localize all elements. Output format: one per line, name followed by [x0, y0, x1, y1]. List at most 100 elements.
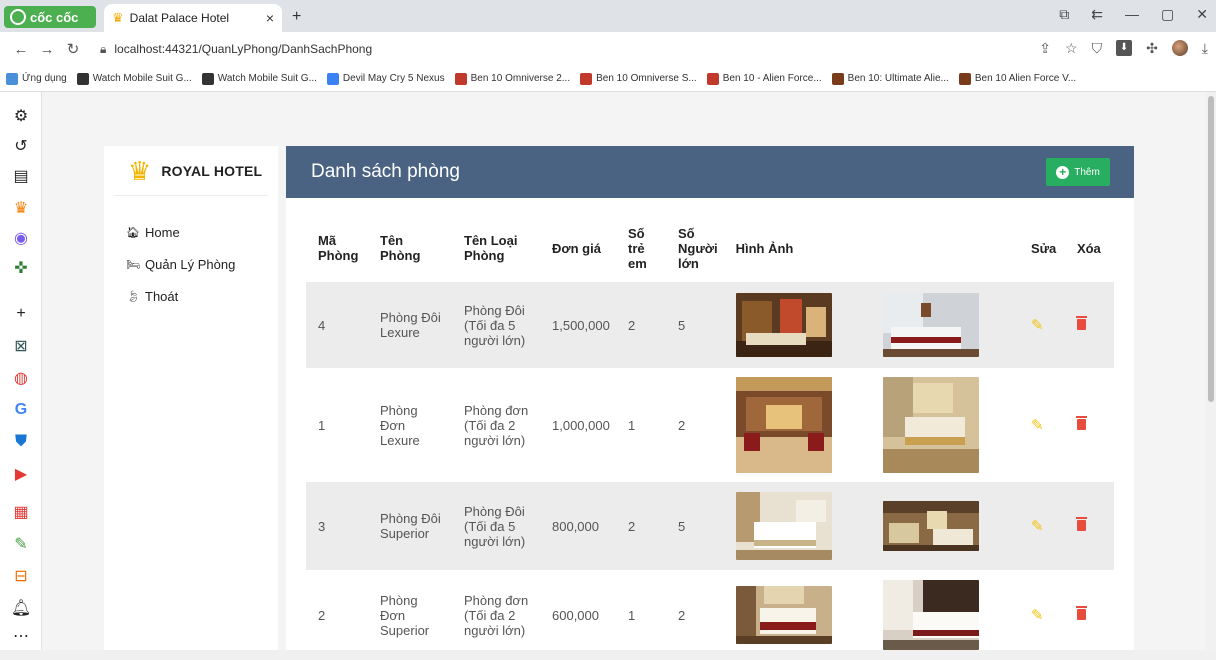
- bookmark-item[interactable]: Watch Mobile Suit G...: [76, 72, 192, 85]
- add-app-icon[interactable]: +: [11, 304, 31, 324]
- room-name: Phòng Đơn Lexure: [380, 402, 420, 448]
- column-header: Hình Ảnh: [735, 240, 794, 256]
- tab-close-icon[interactable]: ×: [266, 10, 274, 26]
- active-tab[interactable]: ♛ Dalat Palace Hotel ×: [104, 4, 282, 32]
- window-controls: ⧉ ⇇ — ▢ ✕: [1059, 6, 1208, 23]
- notes-icon[interactable]: ▤: [11, 166, 31, 186]
- app-sidebar: ♛ ROYAL HOTEL 🏠︎ Home 🛏︎ Quản Lý Phòng 🍃…: [104, 146, 278, 650]
- bookmark-item[interactable]: Ben 10 - Alien Force...: [706, 72, 822, 85]
- tab-title: Dalat Palace Hotel: [129, 11, 230, 25]
- bookmark-label: Ứng dụng: [22, 73, 67, 84]
- room-adults: 5: [678, 317, 686, 333]
- edit-pencil-icon[interactable]: ✎: [1031, 417, 1044, 434]
- messenger-icon[interactable]: ◉: [11, 228, 31, 248]
- room-adults: 5: [678, 518, 686, 534]
- bookmark-item[interactable]: Devil May Cry 5 Nexus: [326, 72, 445, 85]
- lock-icon: 🔒︎: [100, 41, 107, 56]
- edit-pencil-icon[interactable]: ✎: [1031, 607, 1044, 624]
- bookmark-apps[interactable]: Ứng dụng: [6, 72, 67, 85]
- bookmark-favicon-icon: [326, 72, 339, 85]
- share-icon[interactable]: ⇪: [1039, 40, 1051, 57]
- sidebar-item-home[interactable]: 🏠︎ Home: [126, 216, 278, 248]
- room-image-cell: [871, 482, 1019, 570]
- scrollbar-thumb[interactable]: [1208, 96, 1214, 402]
- more-icon[interactable]: ⋯: [11, 626, 31, 646]
- bookmark-label: Ben 10 Omniverse S...: [596, 73, 697, 84]
- settings-icon[interactable]: ⚙: [11, 106, 31, 126]
- download-icon[interactable]: ⤓: [1202, 40, 1208, 57]
- star-icon[interactable]: ☆: [1065, 40, 1078, 57]
- shield-app-icon[interactable]: ⛊: [11, 432, 31, 452]
- sidebar-item-label: Quản Lý Phòng: [145, 256, 236, 272]
- minimize-icon[interactable]: —: [1125, 6, 1139, 23]
- chat-icon[interactable]: ✎: [11, 534, 31, 554]
- sidebar-item-logout[interactable]: 🍃︎ Thoát: [126, 280, 278, 312]
- reload-icon[interactable]: ↻: [60, 40, 86, 58]
- column-header: Xóa: [1076, 240, 1101, 256]
- google-icon[interactable]: G: [11, 400, 31, 420]
- history-icon[interactable]: ↺: [11, 136, 31, 156]
- game-icon[interactable]: ✜: [11, 258, 31, 278]
- sidebar-item-room-management[interactable]: 🛏︎ Quản Lý Phòng: [126, 248, 278, 280]
- store-icon[interactable]: ▦: [11, 502, 31, 522]
- table-row: 4 Phòng Đôi Lexure Phòng Đôi (Tối đa 5 n…: [306, 282, 1114, 368]
- bookmark-item[interactable]: Watch Mobile Suit G...: [201, 72, 317, 85]
- close-window-icon[interactable]: ✕: [1196, 6, 1208, 23]
- bookmark-favicon-icon: [958, 72, 971, 85]
- room-id: 1: [318, 417, 326, 433]
- shopping-icon[interactable]: ⊟: [11, 566, 31, 586]
- crown-favicon-icon: ♛: [112, 10, 124, 25]
- rooms-table: Mã Phòng Tên Phòng Tên Loại Phòng Đơn gi…: [306, 214, 1114, 660]
- column-header: Số trẻ em: [628, 225, 647, 271]
- reader-icon[interactable]: ⧉: [1059, 6, 1069, 23]
- add-room-button[interactable]: + Thêm: [1046, 158, 1110, 186]
- extensions-icon[interactable]: ✣: [1146, 40, 1158, 57]
- room-name: Phòng Đôi Superior: [380, 511, 441, 541]
- bookmark-item[interactable]: Ben 10 Omniverse S...: [580, 72, 697, 85]
- shield-icon[interactable]: ⛉: [1092, 40, 1103, 57]
- delete-trash-icon[interactable]: [1075, 415, 1087, 430]
- edit-pencil-icon[interactable]: ✎: [1031, 317, 1044, 334]
- youtube-icon[interactable]: ▶: [11, 464, 31, 484]
- tab-search-icon[interactable]: ⇇: [1091, 6, 1103, 23]
- bookmark-item[interactable]: Ben 10: Ultimate Alie...: [831, 72, 949, 85]
- delete-trash-icon[interactable]: [1075, 315, 1087, 330]
- back-icon[interactable]: ←: [8, 41, 34, 58]
- coccoc-menu-button[interactable]: cốc cốc: [4, 6, 96, 28]
- column-header: Tên Phòng: [380, 233, 421, 263]
- room-price: 600,000: [552, 607, 599, 623]
- bookmark-label: Watch Mobile Suit G...: [217, 73, 317, 84]
- download-manager-icon[interactable]: ⬇: [1116, 40, 1133, 56]
- tools-icon[interactable]: ⊠: [11, 336, 31, 356]
- home-icon: 🏠︎: [126, 226, 140, 239]
- maximize-icon[interactable]: ▢: [1161, 6, 1174, 23]
- room-adults: 2: [678, 417, 686, 433]
- bookmark-item[interactable]: Ben 10 Alien Force V...: [958, 72, 1076, 85]
- delete-trash-icon[interactable]: [1075, 605, 1087, 620]
- column-header: Mã Phòng: [318, 233, 359, 263]
- url-field[interactable]: 🔒︎ localhost:44321/QuanLyPhong/DanhSachP…: [100, 42, 372, 57]
- room-price: 1,000,000: [552, 417, 610, 433]
- forward-icon[interactable]: →: [34, 41, 60, 58]
- crown-app-icon[interactable]: ♛: [11, 198, 31, 218]
- profile-avatar[interactable]: [1171, 40, 1188, 56]
- notifications-icon[interactable]: 🔔︎: [11, 598, 31, 618]
- page-scrollbar[interactable]: [1206, 92, 1216, 650]
- colors-icon[interactable]: ◍: [11, 368, 31, 388]
- crown-logo-icon: ♛: [128, 155, 152, 186]
- main-panel: Danh sách phòng + Thêm Mã Phòng Tên Phòn…: [286, 146, 1134, 650]
- brand[interactable]: ♛ ROYAL HOTEL: [114, 146, 268, 196]
- bookmark-favicon-icon: [831, 72, 844, 85]
- coccoc-logo-icon: [10, 9, 26, 25]
- browser-brand: cốc cốc: [30, 9, 79, 25]
- address-bar: ← → ↻ 🔒︎ localhost:44321/QuanLyPhong/Dan…: [0, 32, 1216, 66]
- bed-icon: 🛏︎: [126, 258, 140, 271]
- room-price: 1,500,000: [552, 317, 610, 333]
- room-children: 2: [628, 518, 636, 534]
- new-tab-button[interactable]: +: [292, 8, 301, 26]
- delete-trash-icon[interactable]: [1075, 516, 1087, 531]
- edit-pencil-icon[interactable]: ✎: [1031, 518, 1044, 535]
- bookmark-item[interactable]: Ben 10 Omniverse 2...: [454, 72, 570, 85]
- bookmark-favicon-icon: [201, 72, 214, 85]
- room-image: [735, 377, 832, 473]
